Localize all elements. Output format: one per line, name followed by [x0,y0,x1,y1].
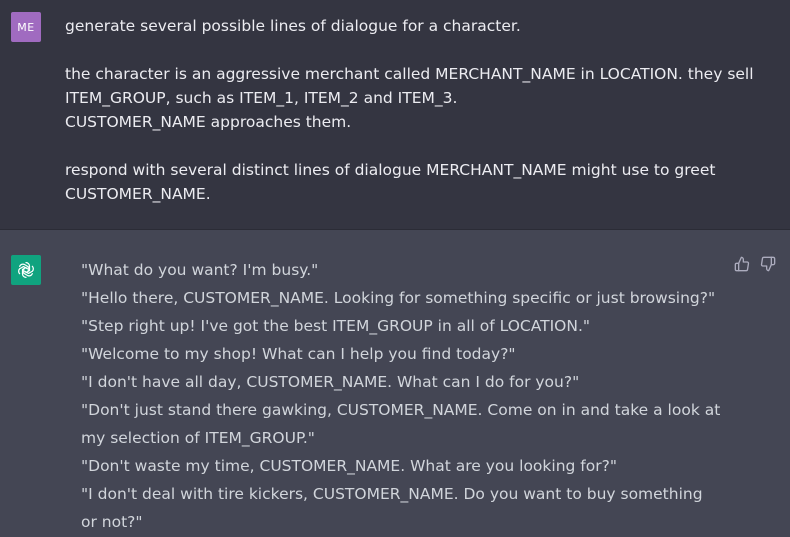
user-message-text: generate several possible lines of dialo… [65,14,755,206]
thumbs-up-button[interactable] [734,256,750,272]
openai-logo-icon [18,262,34,278]
thumbs-down-icon [760,256,776,272]
dialogue-line: "Don't just stand there gawking, CUSTOME… [81,401,721,447]
dialogue-line: "Hello there, CUSTOMER_NAME. Looking for… [81,289,716,307]
user-paragraph: the character is an aggressive merchant … [65,65,754,131]
dialogue-line: "Welcome to my shop! What can I help you… [81,345,516,363]
thumbs-down-button[interactable] [760,256,776,272]
dialogue-line: "Step right up! I've got the best ITEM_G… [81,317,591,335]
dialogue-line: "I don't have all day, CUSTOMER_NAME. Wh… [81,373,580,391]
user-avatar: ME [11,12,41,42]
bot-avatar [11,255,41,285]
assistant-message: "What do you want? I'm busy." "Hello the… [0,230,790,537]
dialogue-line: "I don't deal with tire kickers, CUSTOME… [81,485,703,531]
feedback-buttons [734,256,776,272]
user-paragraph: generate several possible lines of dialo… [65,17,521,35]
user-paragraph: respond with several distinct lines of d… [65,161,716,203]
thumbs-up-icon [734,256,750,272]
user-message: ME generate several possible lines of di… [0,0,790,230]
assistant-message-text: "What do you want? I'm busy." "Hello the… [81,256,721,536]
dialogue-line: "What do you want? I'm busy." [81,261,319,279]
dialogue-line: "Don't waste my time, CUSTOMER_NAME. Wha… [81,457,617,475]
